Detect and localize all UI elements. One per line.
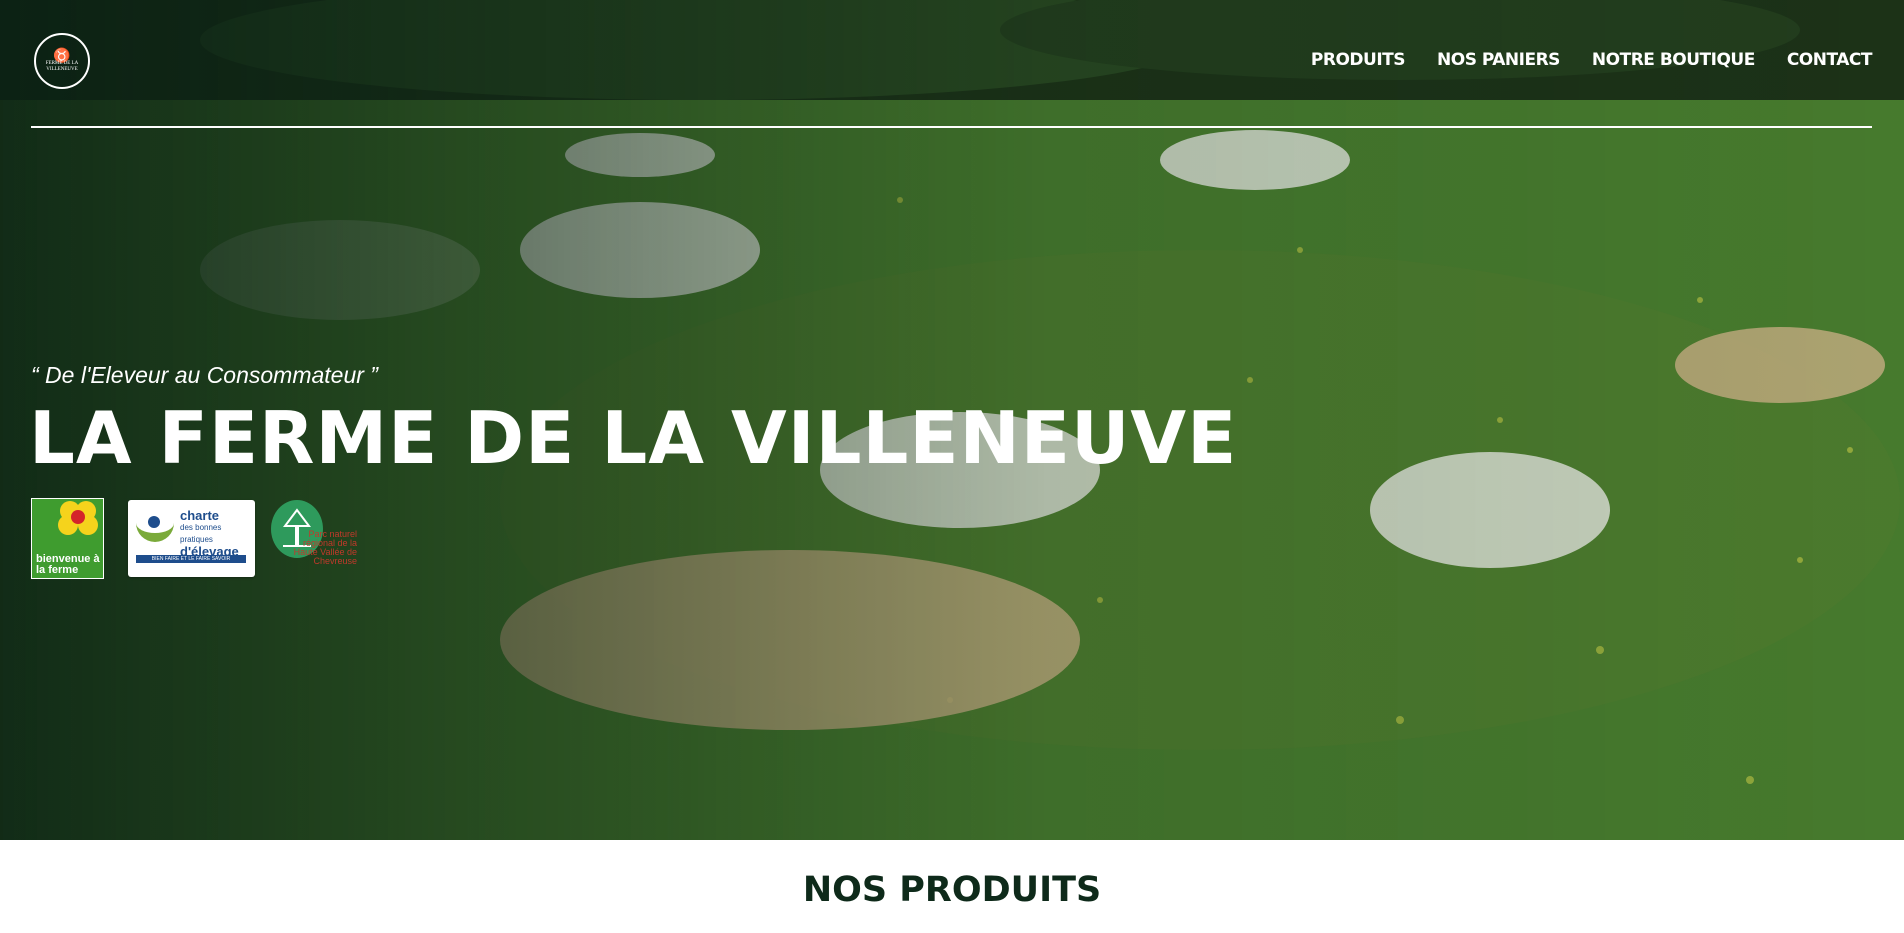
hero-tagline: “ De l'Eleveur au Consommateur ” [31, 362, 378, 388]
charte-text: charte des bonnes pratiques d'élevage [180, 508, 252, 558]
site-logo[interactable]: ♉ FERME DE LA VILLENEUVE [34, 33, 90, 89]
hero-banner: ♉ FERME DE LA VILLENEUVE PRODUITS NOS PA… [0, 0, 1904, 840]
parc-label: Parc naturel régional de la Haute Vallée… [293, 529, 357, 566]
section-title-nos-produits: NOS PRODUITS [802, 870, 1102, 910]
bienvenue-label: bienvenue à la ferme [36, 553, 100, 576]
header-divider [31, 126, 1872, 128]
charte-subtitle: des bonnes pratiques [180, 523, 222, 544]
nav-link-notre-boutique[interactable]: NOTRE BOUTIQUE [1592, 50, 1755, 70]
flower-icon [58, 501, 98, 535]
main-navigation: PRODUITS NOS PANIERS NOTRE BOUTIQUE CONT… [1311, 50, 1873, 70]
bienvenue-a-la-ferme-badge[interactable]: bienvenue à la ferme [31, 498, 104, 579]
charte-elevage-badge[interactable]: charte des bonnes pratiques d'élevage BI… [128, 500, 255, 577]
logo-text: FERME DE LA VILLENEUVE [45, 61, 79, 72]
nav-link-produits[interactable]: PRODUITS [1311, 50, 1406, 70]
nav-link-nos-paniers[interactable]: NOS PANIERS [1437, 50, 1560, 70]
nav-link-contact[interactable]: CONTACT [1787, 50, 1873, 70]
parc-naturel-badge[interactable]: Parc naturel régional de la Haute Vallée… [271, 498, 357, 582]
charte-title: charte [180, 508, 220, 523]
cow-head-icon: ♉ [53, 47, 71, 63]
charte-strip: BIEN FAIRE ET LE FAIRE SAVOIR [136, 555, 246, 563]
hero-title: LA FERME DE LA VILLENEUVE [29, 396, 1238, 480]
